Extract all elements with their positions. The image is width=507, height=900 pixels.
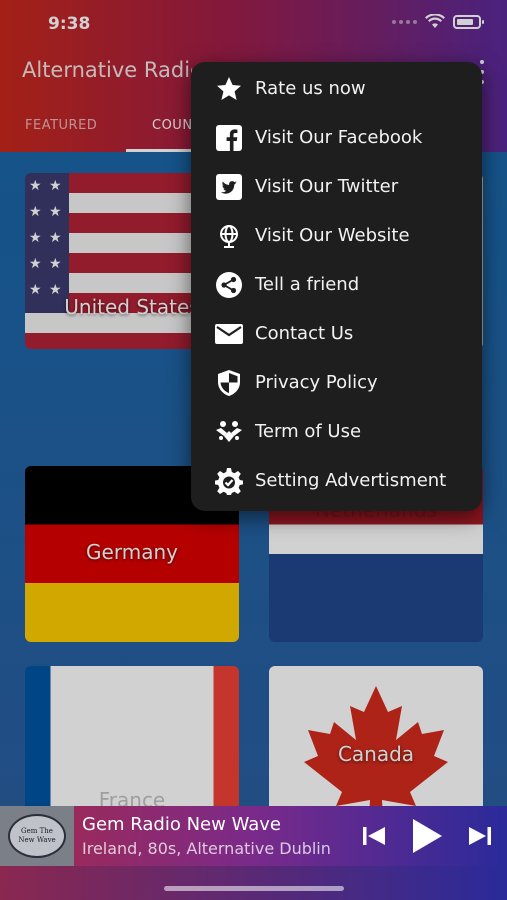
menu-item-twitter[interactable]: Visit Our Twitter <box>191 162 482 211</box>
menu-item-label: Privacy Policy <box>255 372 378 393</box>
mail-icon <box>215 320 243 348</box>
menu-item-rate[interactable]: Rate us now <box>191 64 482 113</box>
station-artwork: Gem The New Wave <box>0 806 74 866</box>
skip-next-icon[interactable] <box>467 825 493 847</box>
mini-player[interactable]: Gem The New Wave Gem Radio New Wave Irel… <box>0 806 507 866</box>
menu-item-privacy[interactable]: Privacy Policy <box>191 358 482 407</box>
menu-item-tell-friend[interactable]: Tell a friend <box>191 260 482 309</box>
handshake-icon <box>215 418 243 446</box>
menu-item-label: Tell a friend <box>255 274 360 295</box>
menu-item-label: Visit Our Twitter <box>255 176 399 197</box>
twitter-icon <box>215 173 243 201</box>
shield-icon <box>215 369 243 397</box>
station-name: Gem Radio New Wave <box>82 814 281 835</box>
menu-item-label: Rate us now <box>255 78 366 99</box>
share-icon <box>215 271 243 299</box>
menu-item-label: Contact Us <box>255 323 354 344</box>
station-logo-text: Gem The <box>21 827 53 835</box>
star-icon <box>215 75 243 103</box>
menu-item-website[interactable]: Visit Our Website <box>191 211 482 260</box>
menu-item-facebook[interactable]: Visit Our Facebook <box>191 113 482 162</box>
bottom-safe-area <box>0 866 507 900</box>
menu-item-label: Term of Use <box>255 421 362 442</box>
play-icon[interactable] <box>411 818 443 854</box>
menu-item-label: Visit Our Website <box>255 225 410 246</box>
menu-item-terms[interactable]: Term of Use <box>191 407 482 456</box>
gear-icon <box>215 467 243 495</box>
skip-previous-icon[interactable] <box>361 825 387 847</box>
overflow-popup-menu: Rate us now Visit Our Facebook Visit Our… <box>191 62 482 511</box>
menu-item-contact[interactable]: Contact Us <box>191 309 482 358</box>
menu-item-label: Setting Advertisment <box>255 470 447 491</box>
menu-item-ad-settings[interactable]: Setting Advertisment <box>191 456 482 505</box>
home-indicator[interactable] <box>164 886 344 891</box>
station-logo: Gem The New Wave <box>8 814 66 858</box>
menu-item-label: Visit Our Facebook <box>255 127 423 148</box>
player-controls <box>361 818 493 854</box>
station-details: Ireland, 80s, Alternative Dublin <box>82 839 331 858</box>
facebook-icon <box>215 124 243 152</box>
globe-icon <box>215 222 243 250</box>
station-logo-text: New Wave <box>18 836 56 844</box>
